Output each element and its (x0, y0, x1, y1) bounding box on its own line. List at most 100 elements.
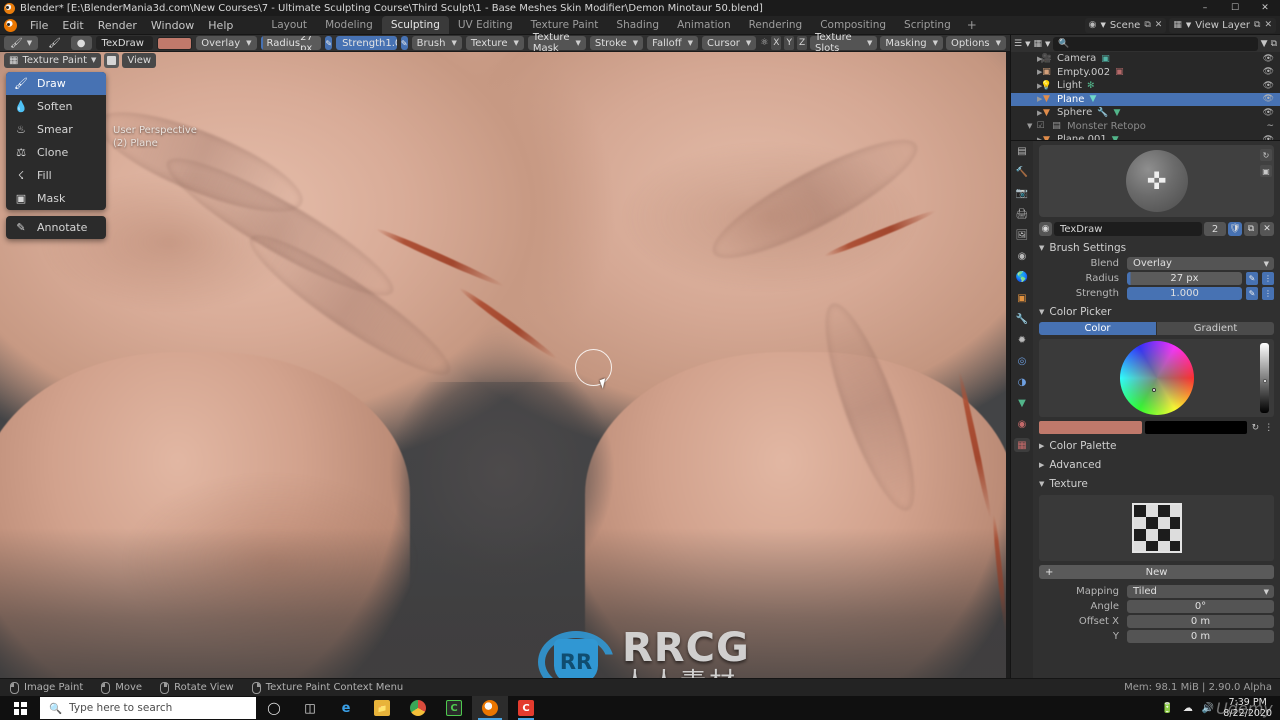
strength-slider[interactable]: Strength 1.000 (336, 36, 397, 50)
new-scene-icon[interactable]: ⧉ (1144, 20, 1150, 30)
radius-slider-field[interactable]: 27 px (1127, 272, 1242, 285)
tab-render-icon[interactable]: 📷 (1014, 186, 1030, 200)
outliner-editor[interactable]: ☰ ▼ ▦ ▼ 🔍 ▼ ⧉ ▶ 🎥 Camera ▣ 👁 ▶ ▣ Empty.0… (1010, 35, 1280, 145)
tab-particles-icon[interactable]: ✹ (1014, 333, 1030, 347)
menu-texture-slots[interactable]: Texture Slots ▼ (810, 32, 878, 54)
edge-icon[interactable]: e (328, 696, 364, 720)
tool-clone[interactable]: ⚖ Clone (6, 141, 106, 164)
radius-unified-icon[interactable]: ⋮ (1262, 272, 1274, 285)
taskbar-clock[interactable]: 7:39 PM 8/22/2020 (1223, 697, 1272, 719)
taskbar-search-input[interactable]: 🔍 Type here to search (40, 697, 256, 719)
tab-texture-icon[interactable]: ▦ (1014, 438, 1030, 452)
start-button[interactable] (0, 696, 40, 720)
volume-icon[interactable]: 🔊 (1202, 703, 1214, 714)
radius-pressure-icon[interactable]: ✎ (1246, 272, 1258, 285)
strength-pressure-toggle-icon[interactable]: ✎ (400, 36, 408, 50)
radius-slider[interactable]: Radius 27 px (260, 36, 322, 50)
unlink-scene-icon[interactable]: ✕ (1155, 20, 1163, 30)
active-tool-icon-button[interactable]: 🖌 ▼ (4, 36, 39, 50)
outliner-display-mode-icon[interactable]: ▦ (1033, 39, 1042, 49)
onedrive-icon[interactable]: ☁ (1183, 703, 1193, 714)
expand-icon[interactable]: ▶ (1037, 55, 1042, 63)
properties-editor[interactable]: ▤ 🔨 📷 🖨 🖼 ◉ 🌎 ▣ 🔧 ✹ ◎ ◑ ▼ ◉ ▦ ✜ ↻ ▣ ◉ Te… (1010, 140, 1280, 679)
outliner-row-empty[interactable]: ▶ ▣ Empty.002 ▣ 👁 (1011, 66, 1280, 80)
new-texture-button[interactable]: + New (1039, 565, 1274, 579)
tab-physics-icon[interactable]: ◎ (1014, 354, 1030, 368)
tab-object-icon[interactable]: ▣ (1014, 291, 1030, 305)
add-workspace-button[interactable]: + (960, 16, 984, 34)
preview-refresh-icon[interactable]: ↻ (1260, 149, 1272, 161)
color-palette-panel-header[interactable]: ▶ Color Palette (1033, 438, 1280, 453)
tool-annotate[interactable]: ✎ Annotate (6, 216, 106, 239)
menu-brush[interactable]: Brush ▼ (411, 36, 462, 50)
preview-display-icon[interactable]: ▣ (1260, 165, 1272, 177)
expand-icon[interactable]: ▶ (1037, 95, 1042, 103)
brush-dropdown-icon[interactable]: ● (70, 36, 92, 50)
menu-stroke[interactable]: Stroke ▼ (589, 36, 644, 50)
menu-falloff[interactable]: Falloff ▼ (647, 36, 699, 50)
expand-icon[interactable]: ▼ (1027, 122, 1032, 130)
collection-checkbox[interactable]: ☑ (1035, 121, 1046, 132)
expand-icon[interactable]: ▶ (1037, 68, 1042, 76)
tab-tool-icon[interactable]: 🔨 (1014, 165, 1030, 179)
tab-layout[interactable]: Layout (262, 16, 316, 34)
brush-browse-icon[interactable]: ◉ (1039, 222, 1052, 236)
symmetry-x-button[interactable]: X (771, 36, 782, 50)
menu-help[interactable]: Help (201, 17, 240, 34)
offset-x-field[interactable]: 0 m (1127, 615, 1274, 628)
angle-field[interactable]: 0° (1127, 600, 1274, 613)
tab-modeling[interactable]: Modeling (316, 16, 382, 34)
eye-icon[interactable]: 👁 (1263, 54, 1274, 64)
app-green-c-icon[interactable]: C (436, 696, 472, 720)
tab-rendering[interactable]: Rendering (740, 16, 812, 34)
tab-scene-icon[interactable]: ◉ (1014, 249, 1030, 263)
expand-icon[interactable]: ▶ (1037, 82, 1042, 90)
expand-icon[interactable]: ▶ (1037, 109, 1042, 117)
symmetry-z-button[interactable]: Z (797, 36, 808, 50)
close-button[interactable]: ✕ (1250, 0, 1280, 16)
gradient-tab[interactable]: Gradient (1157, 322, 1274, 335)
brush-color-swatch[interactable] (157, 36, 193, 50)
brush-name-field[interactable]: TexDraw (95, 36, 154, 50)
eye-icon[interactable]: 👁 (1263, 81, 1274, 91)
battery-icon[interactable]: 🔋 (1161, 703, 1173, 714)
menu-cursor[interactable]: Cursor ▼ (702, 36, 757, 50)
tool-fill[interactable]: ☇ Fill (6, 164, 106, 187)
paint-mask-toggle[interactable] (104, 52, 120, 68)
tab-data-icon[interactable]: ▼ (1014, 396, 1030, 410)
tool-mask[interactable]: ▣ Mask (6, 187, 106, 210)
brush-name-input[interactable]: TexDraw (1054, 222, 1202, 236)
menu-texture-mask[interactable]: Texture Mask ▼ (527, 32, 586, 54)
tab-scripting[interactable]: Scripting (895, 16, 960, 34)
blender-menu-icon[interactable] (4, 18, 17, 32)
color-value-cursor[interactable] (1263, 379, 1267, 383)
tool-draw[interactable]: 🖌 Draw (6, 72, 106, 95)
color-wheel-area[interactable] (1039, 339, 1274, 417)
chrome-icon[interactable] (400, 696, 436, 720)
fake-user-shield-icon[interactable]: 🛡 (1228, 222, 1242, 236)
properties-editor-type-icon[interactable]: ▤ (1014, 144, 1030, 158)
outliner-editor-type-icon[interactable]: ☰ (1014, 39, 1022, 49)
tool-soften[interactable]: 💧 Soften (6, 95, 106, 118)
view-layer-selector[interactable]: ▦ ▼ View Layer ⧉ ✕ (1169, 17, 1276, 33)
remove-view-layer-icon[interactable]: ✕ (1264, 20, 1272, 30)
tab-uv-editing[interactable]: UV Editing (449, 16, 522, 34)
offset-y-field[interactable]: 0 m (1127, 630, 1274, 643)
duplicate-brush-icon[interactable]: ⧉ (1244, 222, 1258, 236)
strength-pressure-icon[interactable]: ✎ (1246, 287, 1258, 300)
tab-animation[interactable]: Animation (668, 16, 740, 34)
cortana-icon[interactable]: ◯ (256, 696, 292, 720)
tab-view-layer-icon[interactable]: 🖼 (1014, 228, 1030, 242)
file-explorer-icon[interactable]: 📁 (364, 696, 400, 720)
blender-taskbar-icon[interactable] (472, 696, 508, 720)
tab-world-icon[interactable]: 🌎 (1014, 270, 1030, 284)
primary-color-swatch[interactable] (1039, 421, 1142, 434)
eye-icon[interactable]: 👁 (1263, 67, 1274, 77)
interaction-mode-selector[interactable]: ▦ Texture Paint ▼ (4, 52, 102, 68)
menu-masking[interactable]: Masking ▼ (880, 36, 944, 50)
texture-panel-header[interactable]: ▼ Texture (1033, 476, 1280, 491)
secondary-color-swatch[interactable] (1144, 421, 1248, 434)
outliner-row-monster-retopo[interactable]: ▼ ☑ ▤ Monster Retopo ∼ (1011, 120, 1280, 134)
eye-icon[interactable]: 👁 (1263, 94, 1274, 104)
advanced-panel-header[interactable]: ▶ Advanced (1033, 457, 1280, 472)
